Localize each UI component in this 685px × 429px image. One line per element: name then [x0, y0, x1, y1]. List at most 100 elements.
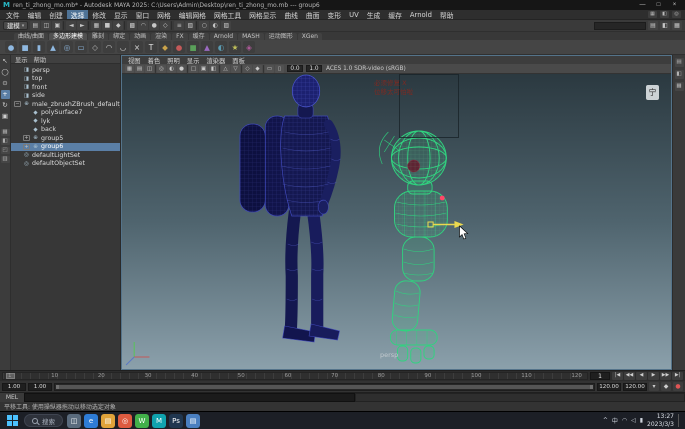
workspace-icon[interactable]: ▦ — [648, 11, 657, 18]
expand-toggle[interactable] — [14, 84, 21, 90]
playback-start-field[interactable]: 1.00 — [28, 383, 52, 391]
panel-toolbar-icon[interactable] — [155, 65, 156, 73]
expand-toggle[interactable] — [23, 110, 30, 116]
shelf-tool-icon[interactable]: ● — [173, 41, 185, 53]
shelf-tab[interactable]: XGen — [298, 33, 322, 40]
shelf-tool-icon[interactable]: ◡ — [117, 41, 129, 53]
taskbar-app-icon[interactable]: ◫ — [67, 414, 81, 428]
colorspace-label[interactable]: ACES 1.0 SDR-video (sRGB) — [326, 66, 406, 72]
shelf-tool-icon[interactable]: ▲ — [47, 41, 59, 53]
shelf-tab[interactable]: 绑定 — [109, 33, 129, 40]
panel-toolbar-icon[interactable]: ◆ — [253, 65, 262, 73]
outliner-item[interactable]: ◨ top — [11, 75, 120, 84]
tool-icon[interactable]: ⊙ — [1, 79, 10, 88]
tool-icon[interactable]: ↻ — [1, 101, 10, 110]
exposure-field[interactable]: 0.0 — [287, 65, 303, 72]
menu-item[interactable]: 网格工具 — [210, 10, 245, 19]
shelf-tab[interactable]: 雕刻 — [88, 33, 108, 40]
viewport-canvas[interactable]: 必须修复 X 位移太可怕啦 宁 persp — [122, 74, 671, 369]
sidebar-tab-icon[interactable]: ▤ — [675, 58, 684, 67]
status-icon[interactable]: ≡ — [174, 21, 184, 30]
menu-item[interactable]: 帮助 — [436, 10, 458, 19]
taskbar-search[interactable]: 搜索 — [24, 414, 63, 427]
quick-selection-field[interactable] — [594, 22, 646, 30]
close-button[interactable]: × — [667, 1, 682, 10]
panel-toolbar-icon[interactable]: ◫ — [145, 65, 154, 73]
outliner-menu[interactable]: 显示 — [15, 55, 28, 64]
layout-button[interactable]: ▦ — [1, 129, 10, 136]
taskbar-app-icon[interactable]: ▤ — [101, 414, 115, 428]
time-slider-track[interactable]: 1 10 20 30 40 50 60 70 80 90 — [2, 372, 588, 380]
panel-toolbar-icon[interactable]: ◎ — [157, 65, 166, 73]
expand-toggle[interactable] — [14, 67, 21, 73]
anim-pref-icon[interactable]: ● — [673, 382, 683, 391]
panel-toolbar-icon[interactable]: ▦ — [125, 65, 134, 73]
expand-toggle[interactable] — [14, 76, 21, 82]
network-icon[interactable]: ◠ — [622, 417, 627, 424]
panel-toolbar-icon[interactable]: ◐ — [167, 65, 176, 73]
transport-button[interactable]: ▶ — [648, 372, 659, 380]
shelf-tab[interactable]: 曲线/曲面 — [14, 33, 48, 40]
menu-item[interactable]: 生成 — [363, 10, 385, 19]
tool-icon[interactable]: ▣ — [1, 112, 10, 121]
shelf-tool-icon[interactable]: × — [131, 41, 143, 53]
panel-toolbar-icon[interactable]: △ — [221, 65, 230, 73]
panel-toolbar-icon[interactable]: ▭ — [265, 65, 274, 73]
show-desktop-button[interactable] — [678, 414, 680, 427]
expand-toggle[interactable] — [14, 93, 21, 99]
expand-toggle[interactable]: + — [23, 144, 30, 150]
menu-item[interactable]: 显示 — [110, 10, 132, 19]
shelf-tab[interactable]: 多边形建模 — [49, 33, 87, 40]
playback-end-field[interactable]: 120.00 — [597, 383, 621, 391]
menu-item[interactable]: 编辑网格 — [175, 10, 210, 19]
panel-toolbar-icon[interactable] — [263, 65, 264, 73]
status-icon[interactable]: ▨ — [221, 21, 231, 30]
volume-icon[interactable]: ◁ — [631, 417, 636, 424]
tool-icon[interactable]: + — [1, 90, 10, 99]
anim-start-field[interactable]: 1.00 — [2, 383, 26, 391]
outliner-item[interactable]: ◎ defaultObjectSet — [11, 160, 120, 169]
corner-note-button[interactable]: 宁 — [646, 85, 659, 100]
search-menu-icon[interactable]: ◎ — [672, 11, 681, 18]
panel-toolbar-icon[interactable]: □ — [189, 65, 198, 73]
panel-toolbar-icon[interactable]: ▣ — [199, 65, 208, 73]
shelf-tool-icon[interactable]: ★ — [229, 41, 241, 53]
battery-icon[interactable]: ▮ — [640, 417, 643, 424]
menu-item[interactable]: 曲线 — [280, 10, 302, 19]
panel-toolbar-icon[interactable]: ▯ — [275, 65, 284, 73]
range-slider-track[interactable] — [54, 383, 595, 391]
shelf-tool-icon[interactable]: ▮ — [33, 41, 45, 53]
status-icon[interactable] — [124, 21, 126, 30]
shelf-tab[interactable]: FX — [172, 33, 188, 40]
status-icon[interactable]: ◠ — [138, 21, 148, 30]
status-icon[interactable]: ○ — [199, 21, 209, 30]
shelf-tool-icon[interactable]: ■ — [19, 41, 31, 53]
status-icon[interactable]: ◆ — [113, 21, 123, 30]
sidebar-toolsettings-icon[interactable]: ▦ — [672, 21, 682, 30]
scene-3d[interactable] — [122, 74, 671, 369]
sidebar-channelbox-icon[interactable]: ▤ — [648, 21, 658, 30]
taskbar-app-icon[interactable]: W — [135, 414, 149, 428]
range-slider-bar[interactable] — [56, 385, 593, 389]
outliner-item[interactable]: ◨ persp — [11, 66, 120, 75]
status-icon[interactable] — [196, 21, 198, 30]
menu-item[interactable]: 曲面 — [302, 10, 324, 19]
status-icon[interactable]: ▧ — [185, 21, 195, 30]
outliner-item[interactable]: ◎ defaultLightSet — [11, 151, 120, 160]
expand-toggle[interactable]: − — [14, 101, 21, 107]
shelf-tab[interactable]: Arnold — [210, 33, 237, 40]
transport-button[interactable]: ▶| — [672, 372, 683, 380]
panel-toolbar-icon[interactable] — [187, 65, 188, 73]
outliner-item[interactable]: − ⊕ male_zbrushZBrush_default_group — [11, 100, 120, 109]
status-icon[interactable]: ▤ — [30, 21, 40, 30]
anim-end-field[interactable]: 120.00 — [623, 383, 647, 391]
minimize-button[interactable]: — — [635, 1, 650, 10]
taskbar-app-icon[interactable]: ◎ — [118, 414, 132, 428]
menu-item[interactable]: 修改 — [88, 10, 110, 19]
status-icon[interactable]: ◫ — [41, 21, 51, 30]
command-mode-toggle[interactable]: MEL — [0, 393, 24, 402]
status-icon[interactable]: ◇ — [160, 21, 170, 30]
expand-toggle[interactable] — [14, 152, 21, 158]
shelf-tool-icon[interactable]: ◇ — [89, 41, 101, 53]
outliner-item[interactable]: + ⊕ group6 — [11, 143, 120, 152]
